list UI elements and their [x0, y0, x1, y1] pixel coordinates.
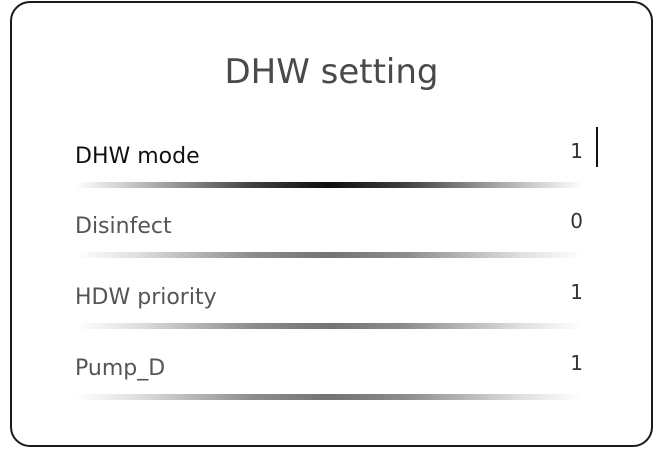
setting-value[interactable]: 1	[570, 136, 583, 166]
setting-label: DHW mode	[75, 144, 200, 169]
setting-value[interactable]: 1	[570, 348, 583, 378]
setting-label: Pump_D	[75, 356, 166, 381]
row-divider	[75, 252, 583, 258]
row-divider	[75, 394, 583, 400]
setting-row-pump-d[interactable]: Pump_D 1	[75, 351, 583, 412]
dhw-settings-panel: DHW setting DHW mode 1 Disinfect 0 HDW p…	[10, 1, 653, 447]
page-title: DHW setting	[224, 52, 439, 92]
setting-label: Disinfect	[75, 214, 172, 239]
setting-row-hdw-priority[interactable]: HDW priority 1	[75, 280, 583, 341]
row-divider	[75, 323, 583, 329]
text-cursor	[596, 127, 598, 167]
setting-row-dhw-mode[interactable]: DHW mode 1	[75, 139, 583, 200]
setting-value[interactable]: 0	[570, 206, 583, 236]
setting-value[interactable]: 1	[570, 277, 583, 307]
setting-label: HDW priority	[75, 285, 217, 310]
setting-row-disinfect[interactable]: Disinfect 0	[75, 209, 583, 270]
row-divider	[75, 182, 583, 188]
